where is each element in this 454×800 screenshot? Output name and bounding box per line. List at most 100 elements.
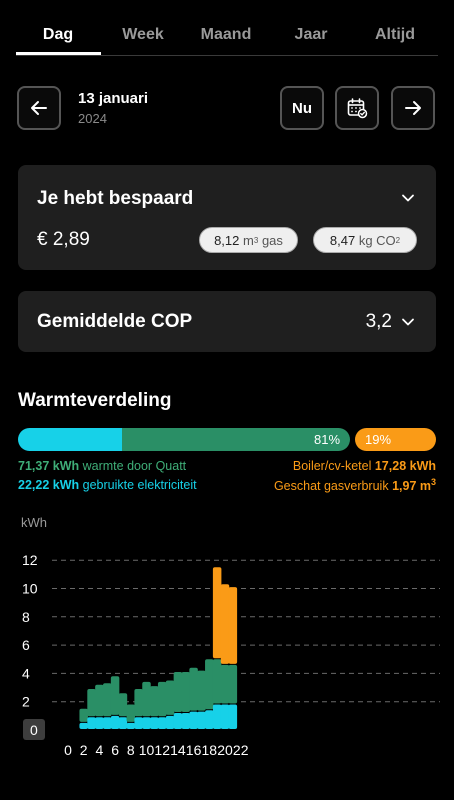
- bar-segment: [165, 680, 175, 715]
- y-axis-unit-label: kWh: [21, 515, 47, 530]
- bar-segment: [118, 693, 128, 717]
- bar-segment: [110, 676, 120, 715]
- x-tick-label: 6: [111, 742, 119, 758]
- chevron-down-icon[interactable]: [400, 192, 416, 204]
- electricity-segment: [18, 428, 122, 451]
- bar-segment: [197, 711, 206, 729]
- tab-all-time[interactable]: Altijd: [375, 26, 415, 44]
- bar-segment: [87, 717, 96, 729]
- heat-distribution-bar: 81% 19%: [18, 428, 436, 451]
- selected-year: 2024: [78, 111, 107, 126]
- chevron-down-icon[interactable]: [400, 316, 416, 328]
- tab-week[interactable]: Week: [122, 26, 164, 44]
- gas-saved-unit-sup: 3: [253, 235, 259, 245]
- y-tick-label: 6: [22, 637, 30, 653]
- x-tick-label: 4: [96, 742, 104, 758]
- gas-saved-value: 8,12: [214, 232, 240, 248]
- y-tick-label: 8: [22, 609, 30, 625]
- bar-segment: [205, 710, 214, 729]
- quatt-heat-legend: 71,37 kWh warmte door Quatt: [18, 459, 186, 473]
- co2-saved-value: 8,47: [329, 232, 356, 248]
- quatt-heat-label: warmte door Quatt: [82, 459, 187, 473]
- electricity-legend: 22,22 kWh gebruikte elektriciteit: [18, 478, 197, 492]
- co2-label: CO: [376, 232, 396, 248]
- x-tick-label: 14: [170, 742, 186, 758]
- boiler-value: 17,28 kWh: [374, 459, 436, 473]
- y-tick-label: 2: [22, 694, 30, 710]
- x-tick-label: 2: [80, 742, 88, 758]
- next-day-button[interactable]: [391, 86, 435, 130]
- bar-segment: [228, 704, 238, 729]
- bar-segment: [189, 667, 198, 711]
- y-tick-label: 4: [22, 665, 30, 681]
- today-button[interactable]: Nu: [280, 86, 324, 130]
- bar-segment: [126, 704, 136, 722]
- gas-saved-suffix: gas: [261, 232, 283, 248]
- active-tab-indicator: [16, 52, 101, 55]
- x-tick-label: 0: [64, 742, 72, 758]
- y-tick-label: 12: [22, 552, 38, 568]
- tab-month[interactable]: Maand: [201, 26, 252, 44]
- bar-segment: [228, 587, 238, 664]
- gas-use-legend: Geschat gasverbruik 1,97 m3: [274, 477, 436, 493]
- bar-segment: [103, 683, 112, 717]
- co2-label-sub: 2: [395, 235, 401, 245]
- calendar-button[interactable]: [335, 86, 379, 130]
- bar-segment: [173, 713, 183, 729]
- bar-segment: [205, 659, 214, 710]
- savings-card[interactable]: Je hebt bespaard € 2,89 8,12 m3 gas 8,47…: [18, 165, 436, 270]
- cop-title: Gemiddelde COP: [37, 311, 193, 332]
- bar-segment: [220, 704, 230, 729]
- bar-segment: [189, 711, 198, 729]
- x-tick-label: 18: [202, 742, 218, 758]
- previous-day-button[interactable]: [17, 86, 61, 130]
- bar-segment: [228, 664, 238, 704]
- bar-segment: [173, 671, 183, 713]
- gas-use-value: 1,97 m: [392, 479, 431, 494]
- gas-use-unit-sup: 3: [430, 477, 436, 487]
- period-tabs: Dag Week Maand Jaar Altijd: [0, 0, 454, 56]
- co2-saved-unit: kg: [358, 232, 373, 248]
- bar-segment: [212, 704, 222, 729]
- electricity-value: 22,22 kWh: [18, 478, 80, 492]
- y-tick-label: 10: [22, 581, 38, 597]
- bar-segment: [181, 713, 190, 729]
- bar-segment: [79, 722, 88, 729]
- today-button-label: Nu: [292, 99, 312, 117]
- tab-year[interactable]: Jaar: [295, 26, 328, 44]
- cop-value: 3,2: [365, 311, 392, 332]
- y-tick-label: 0: [30, 722, 38, 738]
- quatt-percentage: 81%: [314, 432, 341, 447]
- bar-segment: [157, 681, 167, 717]
- x-tick-label: 10: [139, 742, 155, 758]
- bar-segment: [142, 681, 151, 717]
- bar-segment: [150, 717, 159, 729]
- gas-saved-badge: 8,12 m3 gas: [199, 227, 298, 253]
- bar-segment: [126, 722, 136, 729]
- bar-segment: [87, 688, 96, 717]
- quatt-heat-value: 71,37 kWh: [18, 459, 80, 473]
- bar-segment: [95, 684, 104, 717]
- bar-segment: [220, 664, 230, 704]
- bar-segment: [212, 659, 222, 704]
- bar-segment: [150, 686, 159, 717]
- arrow-left-icon: [31, 101, 47, 115]
- boiler-legend: Boiler/cv-ketel 17,28 kWh: [293, 459, 436, 473]
- tabs-divider: [16, 55, 438, 56]
- tab-day[interactable]: Dag: [43, 26, 73, 44]
- gas-saved-unit: m: [243, 232, 254, 248]
- x-tick-label: 22: [233, 742, 249, 758]
- bar-segment: [157, 717, 167, 729]
- arrow-right-icon: [405, 101, 421, 115]
- bar-segment: [110, 715, 120, 729]
- cop-card[interactable]: Gemiddelde COP 3,2: [18, 291, 436, 352]
- bar-segment: [134, 688, 143, 717]
- x-tick-label: 16: [186, 742, 202, 758]
- calendar-icon: [347, 98, 368, 119]
- bar-segment: [220, 584, 230, 664]
- boiler-label: Boiler/cv-ketel: [292, 459, 372, 473]
- bar-segment: [118, 717, 128, 729]
- x-tick-label: 12: [154, 742, 170, 758]
- bar-segment: [95, 717, 104, 729]
- selected-date: 13 januari: [78, 90, 149, 107]
